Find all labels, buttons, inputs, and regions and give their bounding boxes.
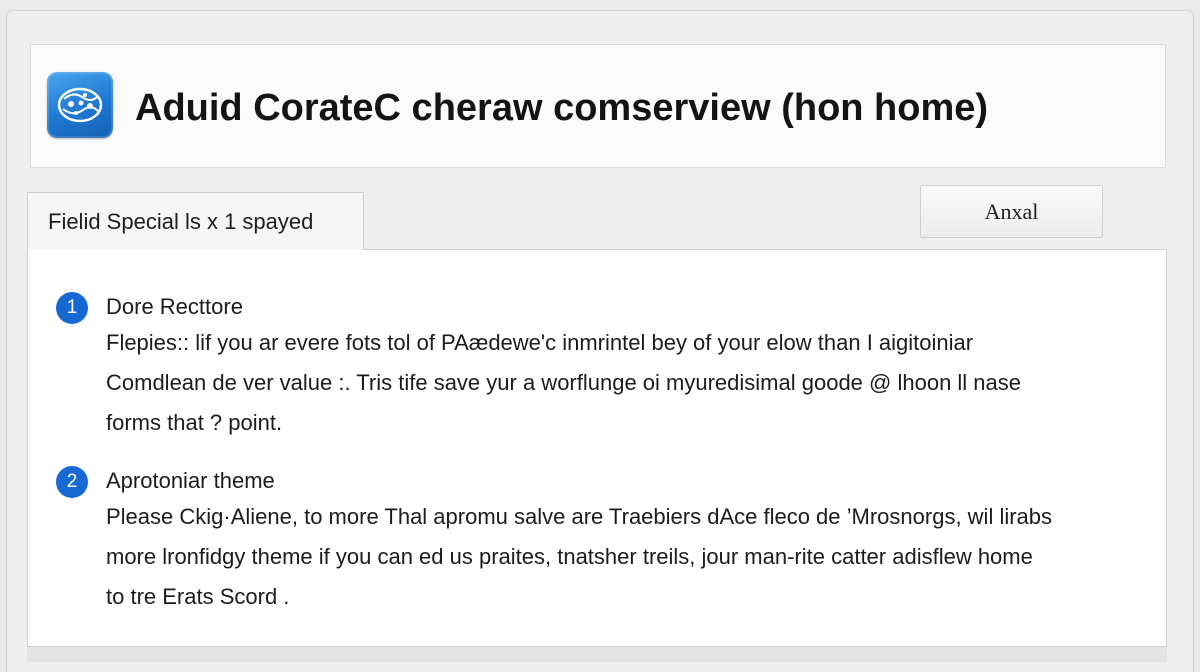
step-text-line: to tre Erats Scord .	[106, 584, 290, 609]
step-text-line: more lronfidgy theme if you can ed us pr…	[106, 544, 1033, 569]
step-title: Dore Recttore	[106, 294, 243, 319]
step-text-line: Please Ckig·Aliene, to more Thal apromu …	[106, 504, 1053, 529]
app-title: Aduid CorateC cheraw comserview (hon hom…	[135, 87, 989, 129]
step-number-badge: 1	[56, 292, 88, 324]
tab-label: Fielid Special ls x 1 spayed	[48, 209, 314, 234]
action-button[interactable]: Anxal	[920, 185, 1103, 238]
tab-field-special[interactable]: Fielid Special ls x 1 spayed	[27, 192, 364, 250]
content-panel: 1 Dore Recttore Flepies:: lif you ar eve…	[27, 249, 1167, 647]
app-header: Aduid CorateC cheraw comserview (hon hom…	[30, 44, 1166, 168]
app-logo-icon	[47, 72, 113, 138]
step-text-line: forms that ? point.	[106, 410, 283, 435]
step-title: Aprotoniar theme	[106, 468, 275, 493]
step-text-line: Comdlean de ver value :. Tris tife save …	[106, 370, 1022, 395]
step-number-badge: 2	[56, 466, 88, 498]
step-text-line: Flepies:: lif you ar evere fots tol of P…	[106, 330, 974, 355]
window-bottom-strip	[27, 647, 1167, 662]
